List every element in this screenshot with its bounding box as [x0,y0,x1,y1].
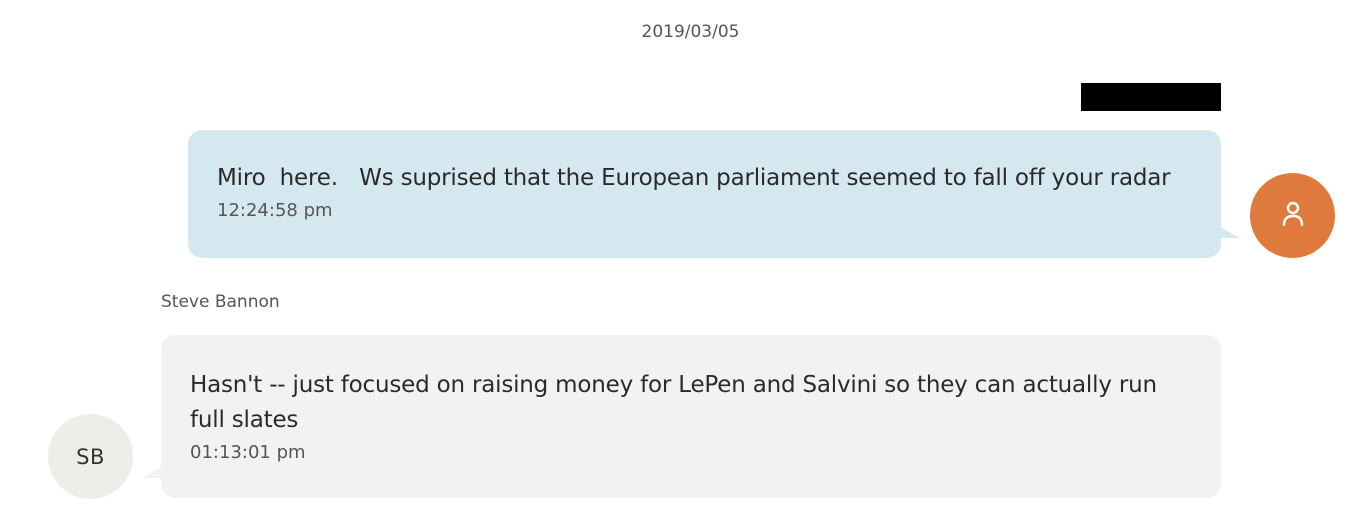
sender-name: Steve Bannon [161,292,280,312]
message-text: Hasn't -- just focused on raising money … [190,372,1164,433]
user-avatar[interactable] [1250,173,1335,258]
message-timestamp: 01:13:01 pm [190,442,306,463]
chat-view: 2019/03/05 Miro here. Ws suprised that t… [0,0,1348,514]
redacted-sender-name [1081,83,1221,111]
date-header: 2019/03/05 [641,22,740,42]
message-bubble-incoming[interactable]: Hasn't -- just focused on raising money … [143,335,1221,498]
message-timestamp: 12:24:58 pm [217,200,333,221]
message-bubble-outgoing[interactable]: Miro here. Ws suprised that the European… [188,130,1239,258]
user-icon [1282,201,1303,226]
avatar-initials: SB [76,444,105,469]
sender-avatar[interactable]: SB [48,414,133,499]
message-text: Miro here. Ws suprised that the European… [217,165,1171,191]
